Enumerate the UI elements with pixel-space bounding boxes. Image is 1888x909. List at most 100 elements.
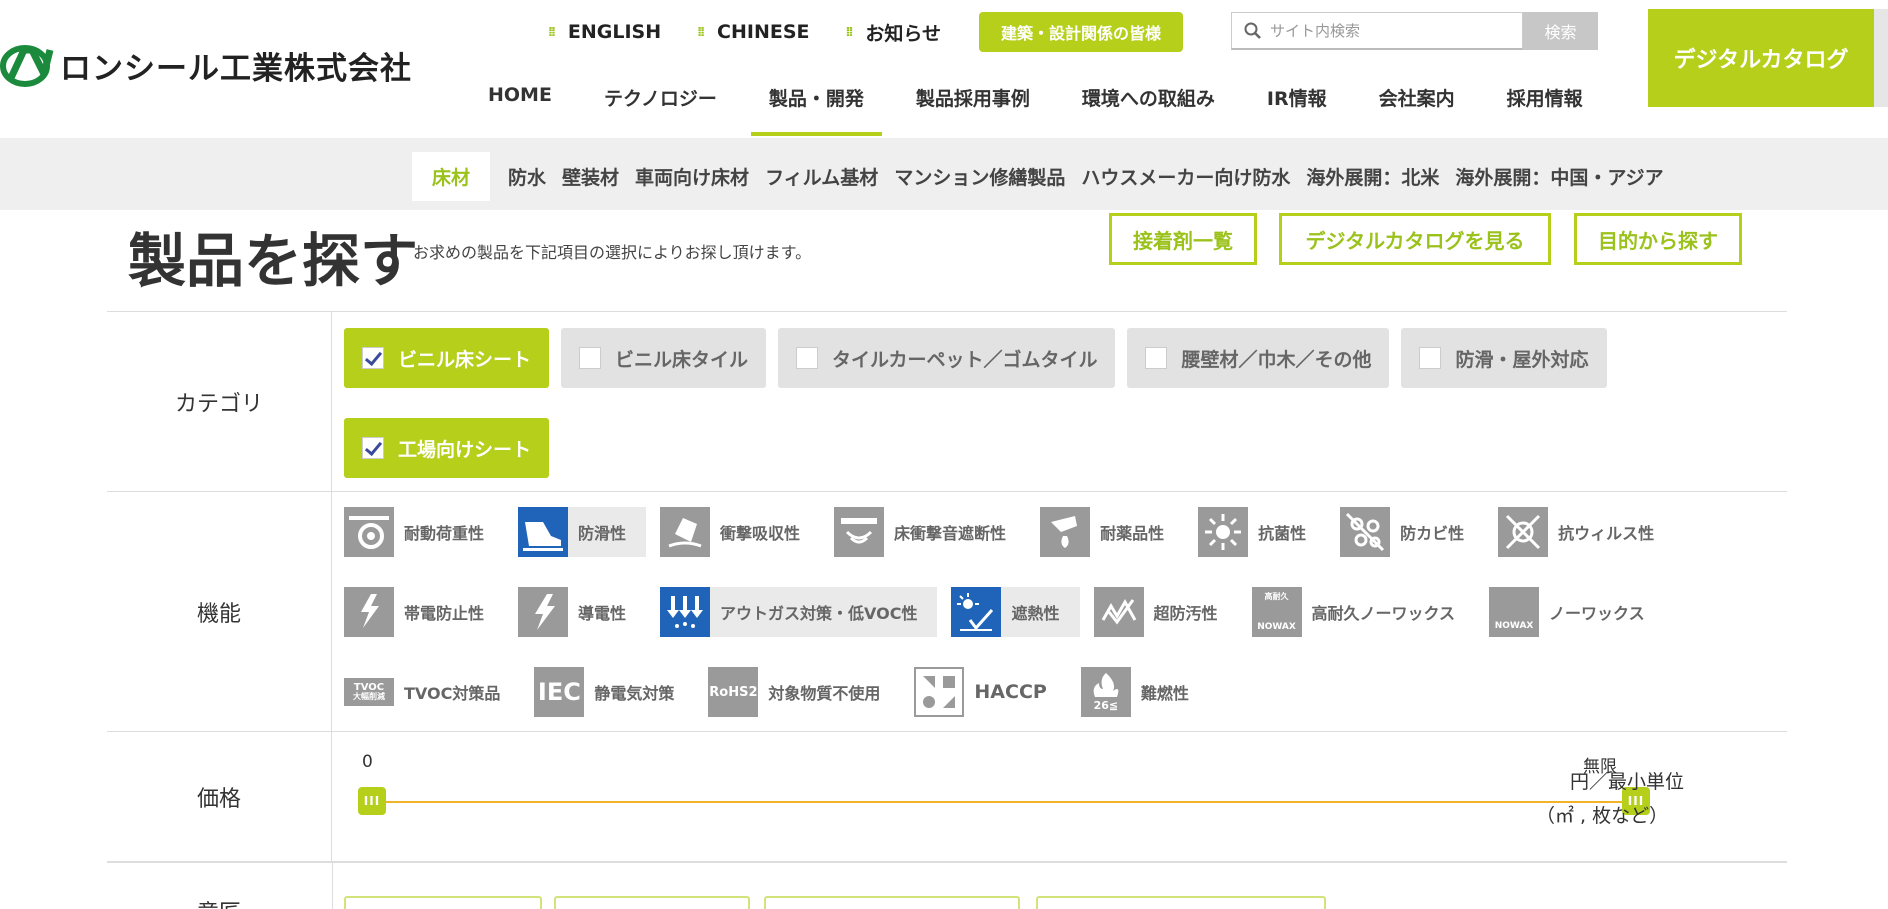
feature-antiviral[interactable]: 抗ウィルス性 <box>1498 507 1674 557</box>
subnav-waterproofing[interactable]: 防水 <box>508 163 546 190</box>
category-carpet-rubber[interactable]: タイルカーペット／ゴムタイル <box>778 328 1116 388</box>
adhesive-list-button[interactable]: 接着剤一覧 <box>1109 213 1257 265</box>
gnav-company[interactable]: 会社案内 <box>1353 80 1481 136</box>
nowax-icon: NOWAX <box>1489 587 1540 637</box>
design-option-4[interactable] <box>1036 896 1326 909</box>
tvoc-badge-icon: TVOC 大幅削減 <box>344 678 394 706</box>
feature-label: 防滑性 <box>578 524 627 543</box>
filter-label-design: 意匠 <box>197 895 241 909</box>
category-wainscot-baseboard[interactable]: 腰壁材／巾木／その他 <box>1127 328 1390 388</box>
subnav-flooring[interactable]: 床材 <box>412 152 491 201</box>
feature-super-antifouling[interactable]: 超防汚性 <box>1093 587 1238 637</box>
checkbox-icon <box>1419 347 1442 369</box>
sound-insulation-icon <box>834 507 885 557</box>
gnav-home[interactable]: HOME <box>462 80 578 136</box>
feature-label: 超防汚性 <box>1153 604 1218 623</box>
feature-label: 衝撃吸収性 <box>720 524 801 543</box>
professionals-button[interactable]: 建築・設計関係の皆様 <box>979 12 1184 52</box>
category-vinyl-tile[interactable]: ビニル床タイル <box>561 328 767 388</box>
feature-outgas-low-voc[interactable]: アウトガス対策・低VOC性 <box>660 587 938 637</box>
feature-no-target-substances[interactable]: RoHS2 対象物質不使用 <box>708 667 900 717</box>
subnav-china-asia[interactable]: 海外展開：中国・アジア <box>1455 163 1663 190</box>
feature-label: 導電性 <box>578 604 627 623</box>
feature-high-durability-nowax[interactable]: 高耐久 NOWAX 高耐久ノーワックス <box>1251 587 1476 637</box>
subnav-housemaker[interactable]: ハウスメーカー向け防水 <box>1081 163 1290 190</box>
subnav-condo-repair[interactable]: マンション修繕製品 <box>894 163 1065 190</box>
antibacterial-icon <box>1198 507 1249 557</box>
column-divider <box>332 863 333 909</box>
checkbox-icon <box>1145 347 1168 369</box>
util-link-news[interactable]: ⁞⁞ お知らせ <box>846 19 942 46</box>
gnav-technology[interactable]: テクノロジー <box>578 80 743 136</box>
search-by-purpose-button[interactable]: 目的から探す <box>1574 213 1742 265</box>
feature-label: 静電気対策 <box>594 684 675 703</box>
gnav-products[interactable]: 製品・開発 <box>743 80 890 136</box>
feature-heat-shield[interactable]: 遮熱性 <box>951 587 1080 637</box>
rohs-icon: RoHS2 <box>708 667 759 717</box>
subnav-film[interactable]: フィルム基材 <box>765 163 878 190</box>
feature-label: 抗ウィルス性 <box>1558 524 1655 543</box>
filter-row-design: 意匠 <box>107 862 1787 909</box>
feature-shock-absorption[interactable]: 衝撃吸収性 <box>660 507 820 557</box>
gnav-recruit[interactable]: 採用情報 <box>1481 80 1609 136</box>
scrollbar-edge <box>1874 9 1888 107</box>
icon-caption: 大幅削減 <box>353 692 385 701</box>
icon-caption: RoHS2 <box>709 684 758 700</box>
gnav-environment[interactable]: 環境への取組み <box>1056 80 1241 136</box>
design-option-1[interactable] <box>344 896 542 909</box>
filter-row-category: カテゴリ ビニル床シート ビニル床タイル タイルカーペット／ゴムタイル 腰壁材／… <box>107 312 1787 492</box>
feature-chemical-resistance[interactable]: 耐薬品性 <box>1040 507 1184 557</box>
page-lead: お求めの製品を下記項目の選択によりお探し頂けます。 <box>413 243 812 262</box>
feature-nowax[interactable]: NOWAX ノーワックス <box>1489 587 1665 637</box>
gnav-case-studies[interactable]: 製品採用事例 <box>890 80 1056 136</box>
icon-caption: NOWAX <box>1257 621 1296 632</box>
checkbox-icon <box>796 347 819 369</box>
company-logo[interactable]: ロンシール工業株式会社 <box>0 40 412 90</box>
feature-haccp[interactable]: HACCP <box>914 667 1066 717</box>
feature-label: 遮熱性 <box>1011 604 1060 623</box>
icon-caption: 26≦ <box>1093 699 1119 712</box>
feature-antibacterial[interactable]: 抗菌性 <box>1198 507 1326 557</box>
feature-static-control[interactable]: IEC 静電気対策 <box>534 667 694 717</box>
feature-load-resistance[interactable]: 耐動荷重性 <box>344 507 504 557</box>
feature-slip-resistance[interactable]: 防滑性 <box>518 507 647 557</box>
view-catalog-button[interactable]: デジタルカタログを見る <box>1279 213 1551 265</box>
checkbox-checked-icon <box>362 347 384 369</box>
search-icon <box>1244 22 1261 39</box>
icon-caption: 高耐久 <box>1264 591 1289 601</box>
design-option-2[interactable] <box>554 896 750 909</box>
feature-label: 高耐久ノーワックス <box>1311 604 1456 623</box>
gnav-ir[interactable]: IR情報 <box>1241 80 1353 136</box>
feature-conductive[interactable]: 導電性 <box>518 587 646 637</box>
price-min-handle[interactable]: III <box>358 787 386 815</box>
search-button[interactable]: 検索 <box>1523 12 1598 50</box>
category-factory-sheet[interactable]: 工場向けシート <box>344 418 550 478</box>
bullet-icon: ⁞⁞ <box>548 24 556 40</box>
shoe-icon <box>518 507 569 557</box>
subnav-vehicle-flooring[interactable]: 車両向け床材 <box>635 163 749 190</box>
price-slider-track[interactable] <box>372 801 1637 803</box>
subnav-north-america[interactable]: 海外展開：北米 <box>1306 163 1439 190</box>
antiviral-icon <box>1498 507 1549 557</box>
category-label: ビニル床シート <box>398 348 532 371</box>
feature-label: TVOC対策品 <box>404 684 501 703</box>
feature-tvoc[interactable]: TVOC 大幅削減 TVOC対策品 <box>344 667 520 717</box>
category-label: タイルカーペット／ゴムタイル <box>832 348 1098 371</box>
feature-antifungal[interactable]: 防カビ性 <box>1340 507 1484 557</box>
feature-label: 難燃性 <box>1140 684 1189 703</box>
search-input[interactable]: サイト内検索 <box>1231 12 1523 50</box>
category-anti-slip-outdoor[interactable]: 防滑・屋外対応 <box>1401 328 1607 388</box>
util-link-label: CHINESE <box>717 21 810 43</box>
feature-impact-sound[interactable]: 床衝撃音遮断性 <box>834 507 1026 557</box>
util-link-label: お知らせ <box>865 22 942 45</box>
util-link-english[interactable]: ⁞⁞ ENGLISH <box>548 21 661 43</box>
feature-flame-retardant[interactable]: 26≦ 難燃性 <box>1080 667 1209 717</box>
iec-icon: IEC <box>534 667 585 717</box>
subnav-wallcovering[interactable]: 壁装材 <box>562 163 619 190</box>
feature-antistatic[interactable]: 帯電防止性 <box>344 587 504 637</box>
digital-catalog-button[interactable]: デジタルカタログ <box>1648 9 1874 107</box>
util-link-chinese[interactable]: ⁞⁞ CHINESE <box>697 21 809 43</box>
search-placeholder: サイト内検索 <box>1270 22 1361 40</box>
category-vinyl-sheet[interactable]: ビニル床シート <box>344 328 550 388</box>
design-option-3[interactable] <box>764 896 1020 909</box>
